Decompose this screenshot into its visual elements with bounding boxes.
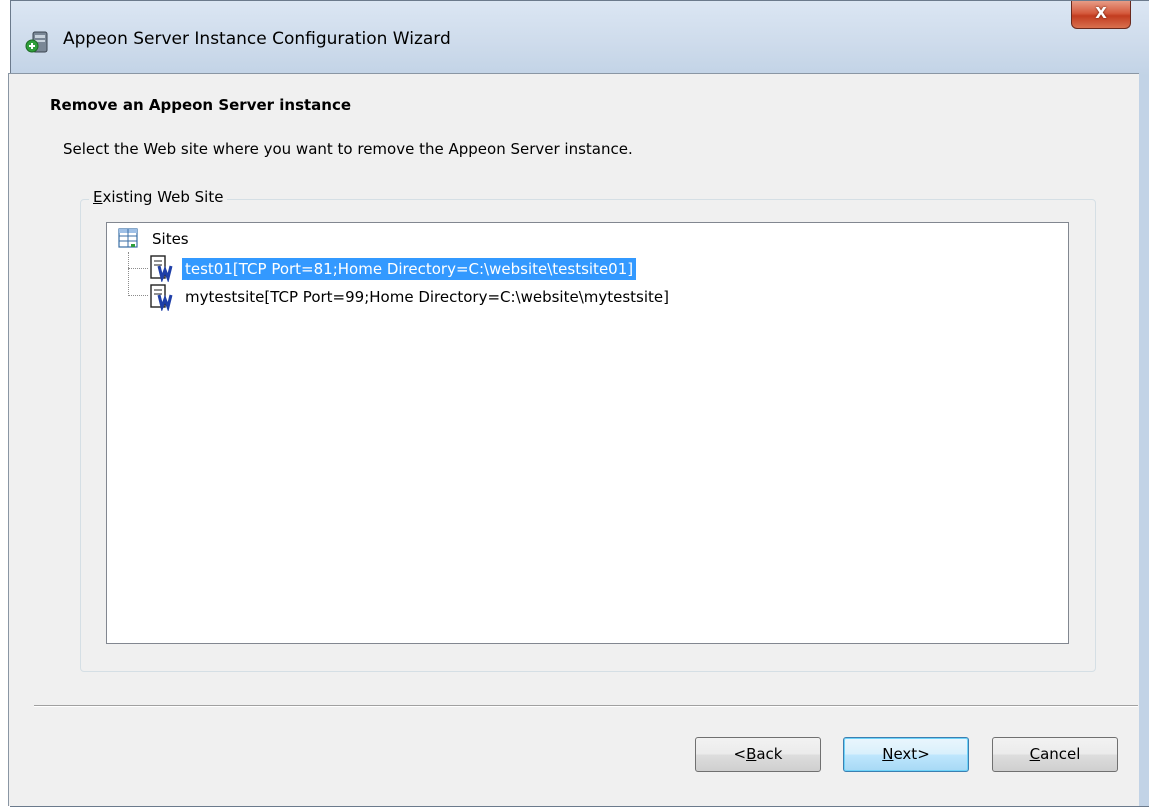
back-rest: ack <box>756 745 783 763</box>
legend-text: xisting Web Site <box>102 188 224 206</box>
title-bar[interactable]: Appeon Server Instance Configuration Wiz… <box>11 1 1149 81</box>
footer-separator <box>34 705 1138 707</box>
tree-connector <box>128 252 129 296</box>
tree-node-test01[interactable]: test01[TCP Port=81;Home Directory=C:\web… <box>182 258 637 280</box>
window-title: Appeon Server Instance Configuration Wiz… <box>63 29 451 49</box>
next-button[interactable]: Next> <box>843 737 969 772</box>
close-button[interactable]: X <box>1071 1 1131 29</box>
cancel-rest: ancel <box>1040 745 1081 763</box>
cancel-button[interactable]: Cancel <box>992 737 1118 772</box>
step-title: Remove an Appeon Server instance <box>50 96 352 114</box>
sites-grid-icon <box>118 228 138 248</box>
web-site-icon <box>150 255 173 282</box>
step-description: Select the Web site where you want to re… <box>63 140 633 158</box>
tree-connector <box>128 268 148 269</box>
back-mnemonic: B <box>746 745 757 763</box>
group-legend: Existing Web Site <box>89 188 228 206</box>
tree-node-mytestsite[interactable]: mytestsite[TCP Port=99;Home Directory=C:… <box>182 286 672 308</box>
server-install-icon <box>25 31 48 53</box>
next-mnemonic: N <box>882 745 894 763</box>
next-rest: ext> <box>893 745 930 763</box>
web-site-icon <box>150 284 173 311</box>
tree-root-label[interactable]: Sites <box>152 230 189 248</box>
tree-connector <box>128 295 148 296</box>
back-button[interactable]: <Back <box>695 737 821 772</box>
back-prefix: < <box>733 745 747 763</box>
cancel-mnemonic: C <box>1029 745 1041 763</box>
